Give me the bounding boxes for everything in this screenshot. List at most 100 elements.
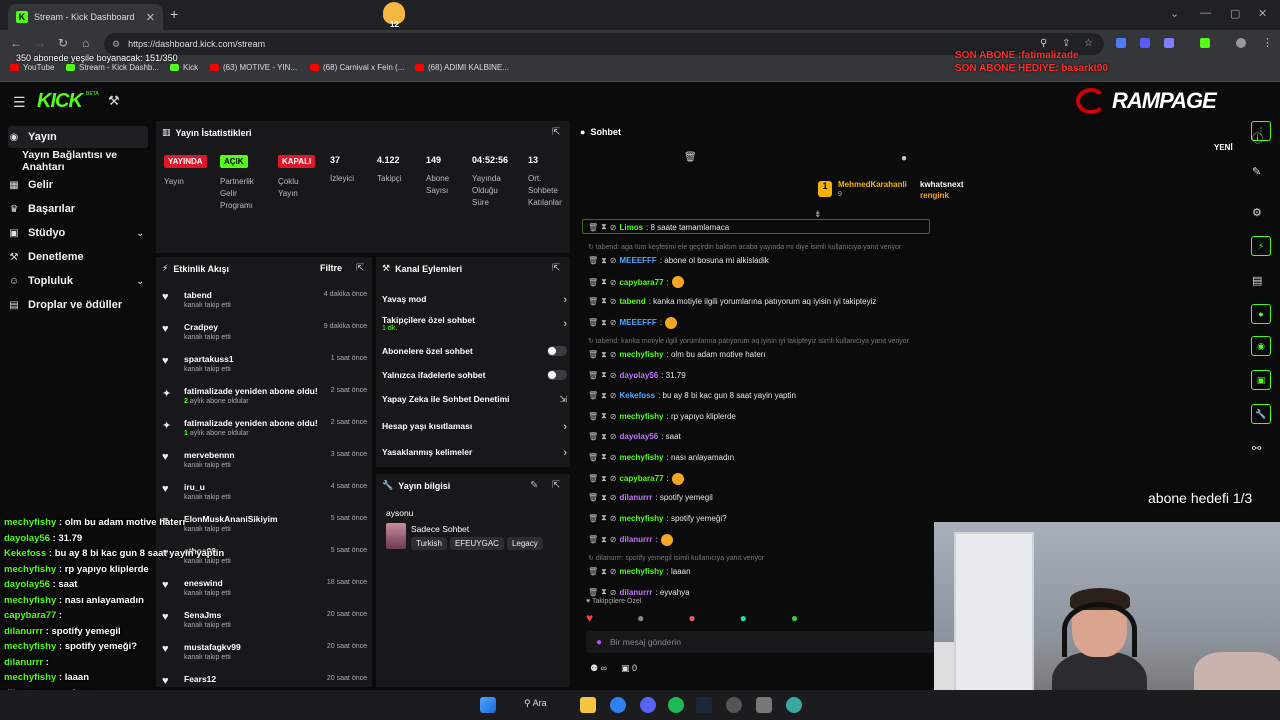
activity-item[interactable]: ♥ eneswind kanalı takip etti 18 saat önc… xyxy=(162,577,367,607)
chat-button[interactable]: ● xyxy=(1251,304,1271,324)
infinity-points[interactable]: ⚉ ∞ xyxy=(590,663,607,674)
chat-message[interactable]: 🗑 ⧗ ⊘ Kekefoss : bu ay 8 bi kac gun 8 sa… xyxy=(588,391,796,401)
extension-4-icon[interactable] xyxy=(1200,38,1210,48)
chat-message[interactable]: 🗑 ⧗ ⊘ tabend : kanka motiyle ilgili yoru… xyxy=(588,296,876,306)
chat-username[interactable]: dayolay56 xyxy=(619,371,658,380)
chat-username[interactable]: mechyfishy xyxy=(619,567,663,576)
pencil-icon[interactable]: ✎ xyxy=(1252,165,1261,178)
delete-icon[interactable]: 🗑 xyxy=(588,514,598,523)
timeout-icon[interactable]: ⧗ xyxy=(601,452,607,462)
delete-icon[interactable]: 🗑 xyxy=(588,493,598,502)
chat-username[interactable]: mechyfishy xyxy=(619,350,663,359)
sidebar-item-gelir[interactable]: ▦ Gelir xyxy=(8,174,148,196)
chat-message[interactable]: 🗑 ⧗ ⊘ dilanurrr : eyvahya xyxy=(588,587,690,597)
chat-username[interactable]: capybara77 xyxy=(619,474,663,483)
ban-icon[interactable]: ⊘ xyxy=(610,318,617,327)
broadcast-button[interactable]: ◉ xyxy=(1251,336,1271,356)
chat-message[interactable]: 🗑 ⧗ ⊘ mechyfishy : nası anlayamadın xyxy=(588,452,734,462)
sidebar-item-studyo[interactable]: ▣ Stüdyo ⌄ xyxy=(8,222,148,244)
timeout-icon[interactable]: ⧗ xyxy=(601,296,607,306)
emote-icon[interactable]: ● xyxy=(740,611,747,625)
tab-search-icon[interactable]: ⌄ xyxy=(1170,7,1179,20)
taskbar-search[interactable]: ⚲ Ara xyxy=(524,698,547,709)
zoom-icon[interactable]: ⚲ xyxy=(1040,38,1047,49)
back-icon[interactable]: ← xyxy=(10,36,22,50)
ban-icon[interactable]: ⊘ xyxy=(610,567,617,576)
action-followers-only[interactable]: Takipçilere özel sohbet 1 dk. › xyxy=(382,315,567,332)
timeout-icon[interactable]: ⧗ xyxy=(601,350,607,360)
browser-tab[interactable]: K Stream - Kick Dashboard ✕ xyxy=(8,4,163,30)
bookmark-motive[interactable]: (63) MOTIVE - YIN... xyxy=(210,63,297,72)
sidebar-item-basarilar[interactable]: ♛ Başarılar xyxy=(8,198,148,220)
ban-icon[interactable]: ⊘ xyxy=(610,350,617,359)
browser-menu-icon[interactable]: ⋮ xyxy=(1262,36,1273,49)
chat-username[interactable]: dayolay56 xyxy=(619,432,658,441)
timeout-icon[interactable]: ⧗ xyxy=(601,370,607,380)
subscribers-only-toggle[interactable] xyxy=(547,346,567,356)
activity-item[interactable]: ♥ tabend kanalı takip etti 4 dakika önce xyxy=(162,289,367,319)
chat-username[interactable]: mechyfishy xyxy=(619,453,663,462)
chat-username[interactable]: dilanurrr xyxy=(619,588,652,597)
chat-message[interactable]: 🗑 ⧗ ⊘ dilanurrr : spotify yemegil xyxy=(588,493,713,503)
chat-message[interactable]: 🗑 ⧗ ⊘ mechyfishy : laaan xyxy=(588,567,691,577)
filter-button[interactable]: Filtre xyxy=(320,263,342,273)
chat-message[interactable]: 🗑 ⧗ ⊘ dayolay56 : saat xyxy=(588,432,681,442)
chat-message[interactable]: 🗑 ⧗ ⊘ MEEEFFF : abone ol bosuna mi alkis… xyxy=(588,256,769,266)
activity-item[interactable]: ♥ Cradpey kanalı takip etti 9 dakika önc… xyxy=(162,321,367,351)
timeout-icon[interactable]: ⧗ xyxy=(601,222,607,232)
share-nodes-icon[interactable]: ⚯ xyxy=(1252,442,1261,455)
chat-message[interactable]: 🗑 ⧗ ⊘ mechyfishy : spotify yemeği? xyxy=(588,513,727,523)
edit-pencil-icon[interactable]: ✎ xyxy=(530,480,538,491)
popout-icon[interactable]: ⇱ xyxy=(552,480,560,491)
stream-info-button[interactable]: ▣ xyxy=(1251,370,1271,390)
chat-message[interactable]: 🗑 ⧗ ⊘ dilanurrr : xyxy=(588,533,673,546)
bookmark-kick[interactable]: Kick xyxy=(170,63,198,72)
emote-icon[interactable]: ● xyxy=(688,611,695,625)
chat-message[interactable]: 🗑 ⧗ ⊘ dayolay56 : 31.79 xyxy=(588,370,686,380)
profile-avatar-icon[interactable] xyxy=(1236,38,1246,48)
new-tab-button[interactable]: + xyxy=(170,6,178,22)
kick-logo[interactable]: KICK xyxy=(37,90,83,113)
chat-username[interactable]: dilanurrr xyxy=(619,493,652,502)
menu-icon[interactable]: ☰ xyxy=(13,94,26,111)
activity-item[interactable]: ♥ spartakuss1 kanalı takip etti 1 saat ö… xyxy=(162,353,367,383)
chat-username[interactable]: mechyfishy xyxy=(619,412,663,421)
ban-icon[interactable]: ⊘ xyxy=(610,391,617,400)
delete-icon[interactable]: 🗑 xyxy=(588,412,598,421)
activity-item[interactable]: ✦ fatimalizade yeniden abone oldu! 2 ayl… xyxy=(162,385,367,415)
activity-item[interactable]: ♥ mervebennn kanalı takip etti 3 saat ön… xyxy=(162,449,367,479)
forward-icon[interactable]: → xyxy=(34,36,46,50)
sidebar-item-denetleme[interactable]: ⚒ Denetleme xyxy=(8,246,148,268)
file-explorer-icon[interactable] xyxy=(580,697,596,713)
info-icon[interactable]: ⓘ xyxy=(1252,130,1263,146)
extension-3-icon[interactable] xyxy=(1164,38,1174,48)
timeout-icon[interactable]: ⧗ xyxy=(601,567,607,577)
minimize-icon[interactable]: — xyxy=(1200,7,1211,19)
emotes-only-toggle[interactable] xyxy=(547,370,567,380)
chrome-icon[interactable] xyxy=(610,697,626,713)
ban-icon[interactable]: ⊘ xyxy=(610,474,617,483)
spotify-icon[interactable] xyxy=(668,697,684,713)
message-icon[interactable]: ● xyxy=(901,153,907,164)
home-icon[interactable]: ⌂ xyxy=(82,36,89,50)
action-banned-words[interactable]: Yasaklanmış kelimeler › xyxy=(382,447,567,459)
timeout-icon[interactable]: ⧗ xyxy=(601,256,607,266)
timeout-icon[interactable]: ⧗ xyxy=(601,432,607,442)
chat-username[interactable]: mechyfishy xyxy=(619,514,663,523)
lightning-button[interactable]: ⚡ xyxy=(1251,236,1271,256)
bookmark-adimi[interactable]: (68) ADIMI KALBINE... xyxy=(415,63,509,72)
delete-icon[interactable]: 🗑 xyxy=(588,318,598,327)
activity-item[interactable]: ✦ fatimalizade yeniden abone oldu! 1 ayl… xyxy=(162,417,367,447)
wrench-button[interactable]: 🔧 xyxy=(1251,404,1271,424)
sidebar-item-topluluk[interactable]: ☺ Topluluk ⌄ xyxy=(8,270,148,292)
timeout-icon[interactable]: ⧗ xyxy=(601,391,607,401)
heart-emote-icon[interactable]: ♥ xyxy=(586,611,593,625)
action-ai-moderation[interactable]: Yapay Zeka ile Sohbet Denetimi ⇲ xyxy=(382,394,567,404)
start-icon[interactable] xyxy=(480,697,496,713)
delete-icon[interactable]: 🗑 xyxy=(588,350,598,359)
chat-username[interactable]: MEEEFFF xyxy=(619,318,656,327)
delete-icon[interactable]: 🗑 xyxy=(588,535,598,544)
delete-icon[interactable]: 🗑 xyxy=(588,278,598,287)
hammer-icon[interactable]: ⚒ xyxy=(108,93,120,109)
popout-icon[interactable]: ⇱ xyxy=(552,263,560,274)
